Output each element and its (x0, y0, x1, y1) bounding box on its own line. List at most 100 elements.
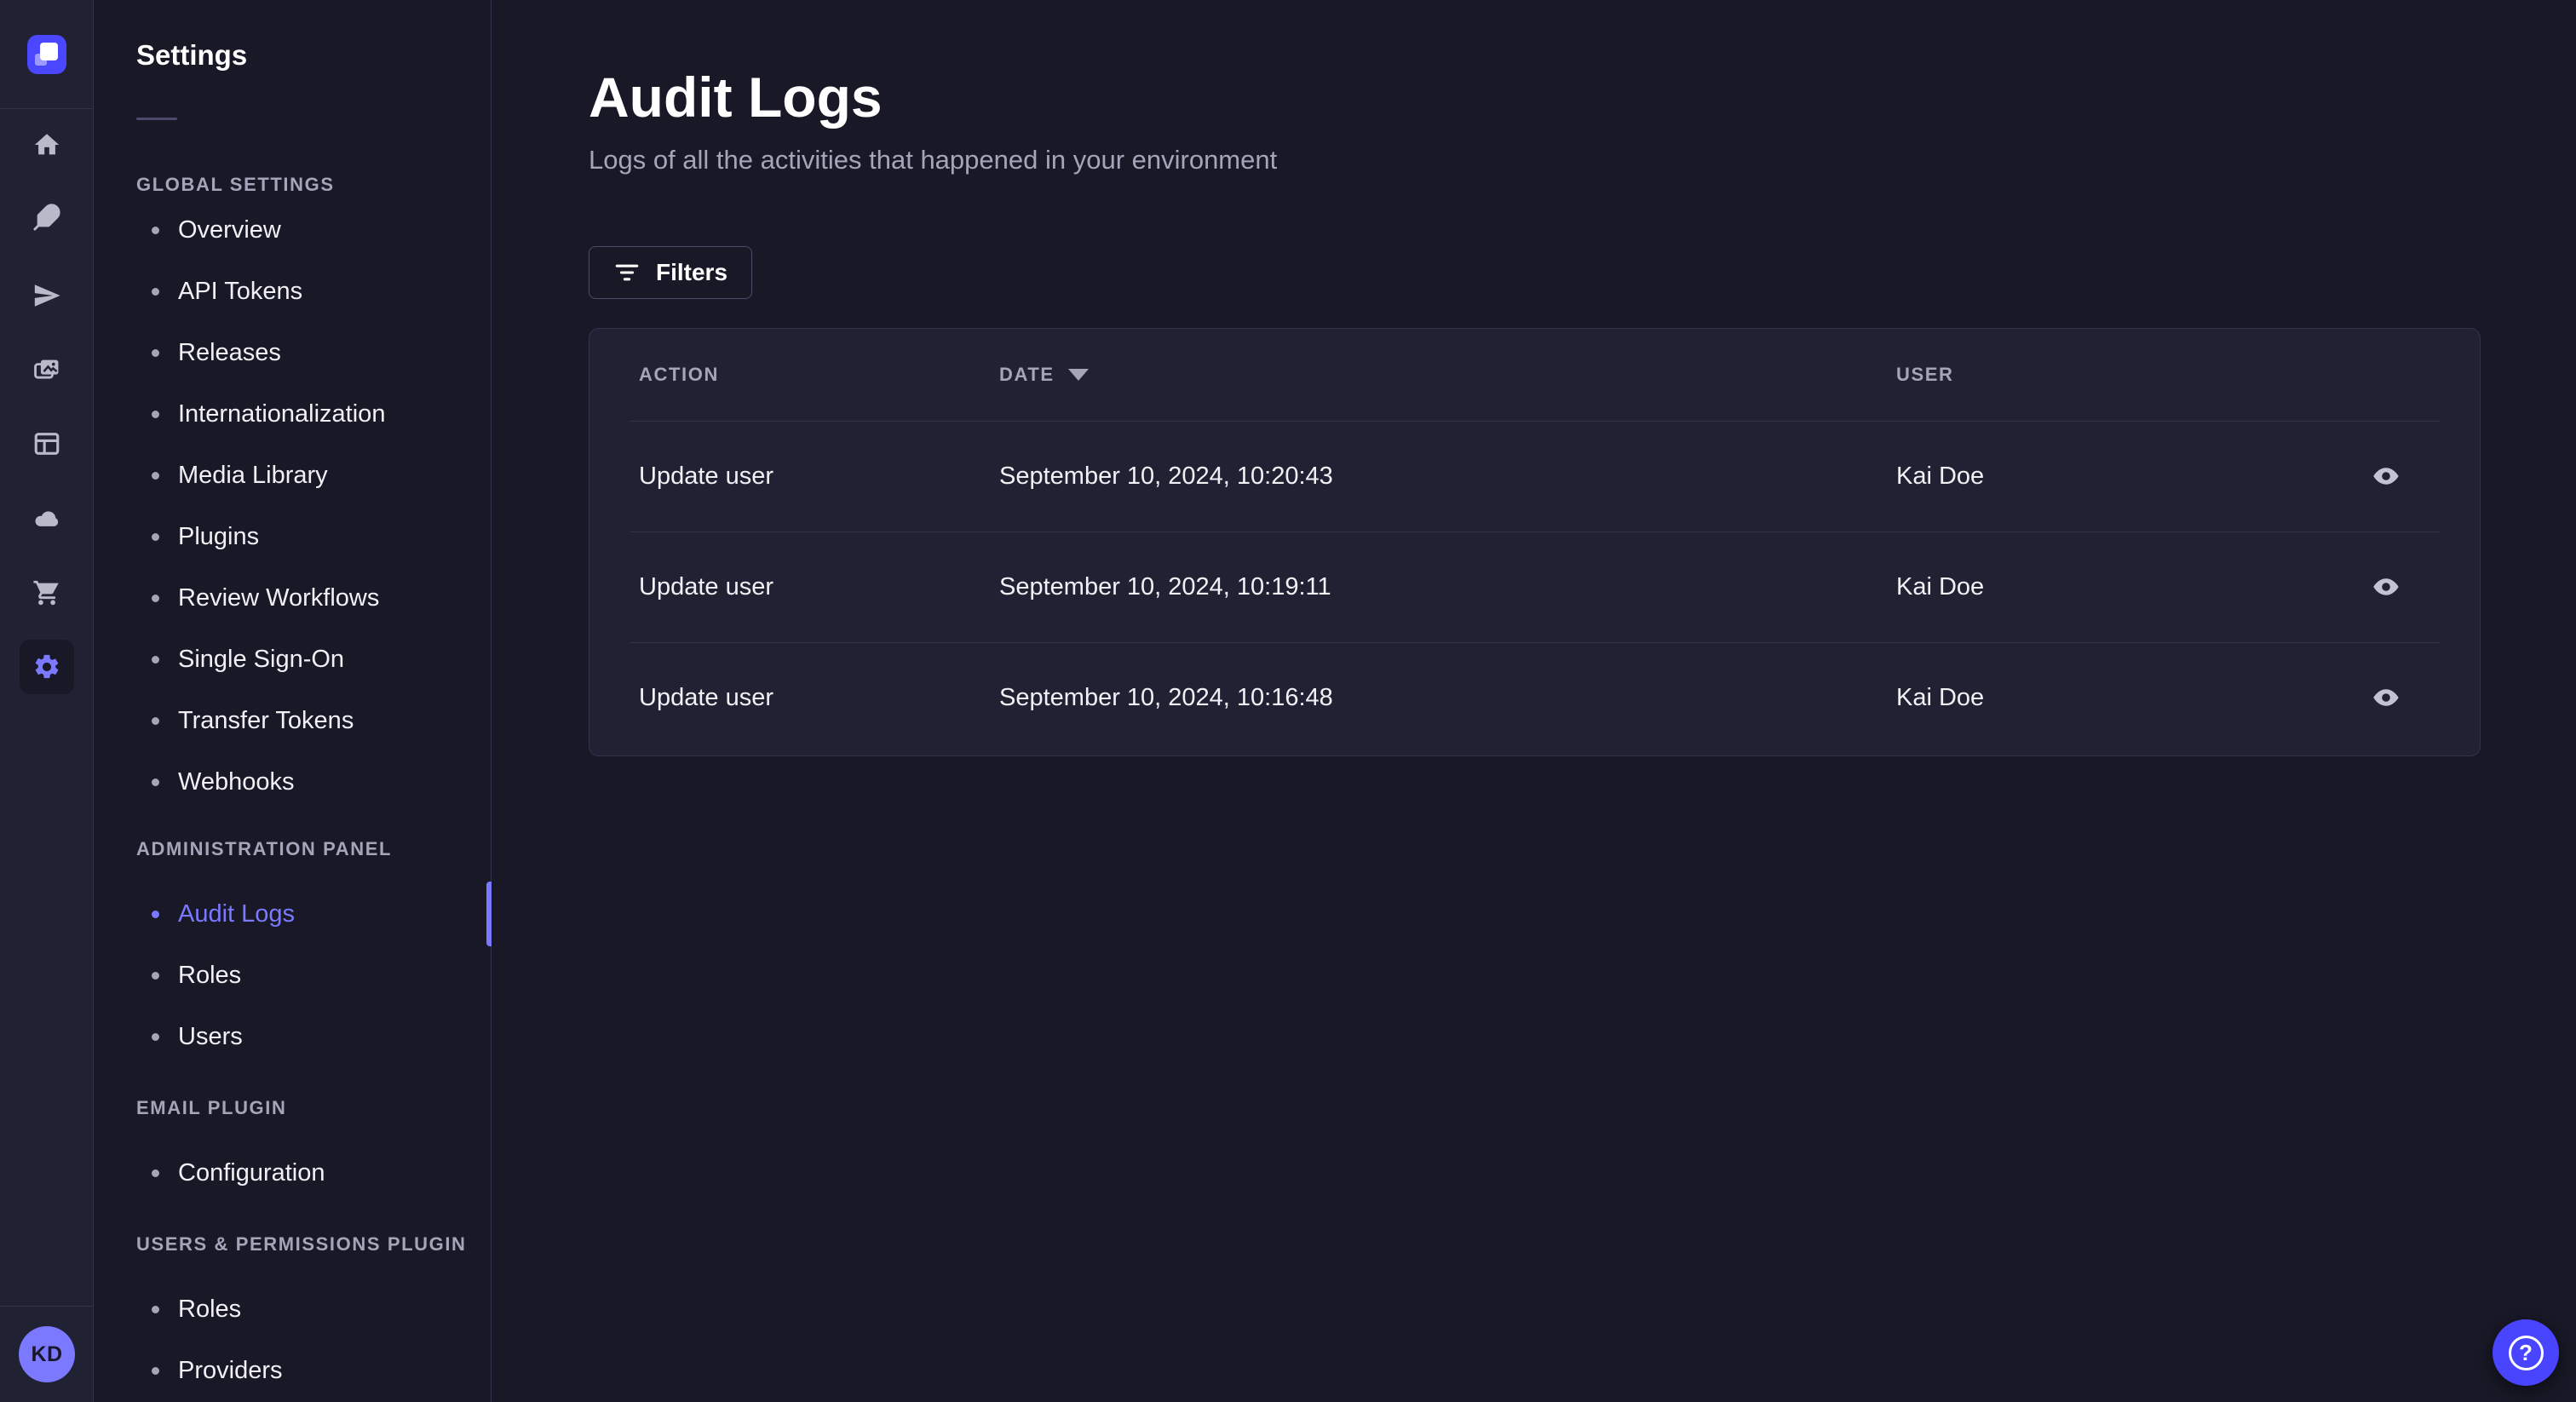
view-details-button[interactable] (2360, 677, 2412, 718)
cell-user: Kai Doe (1896, 572, 1985, 600)
bullet-icon (152, 594, 159, 602)
sidebar-item-api-tokens[interactable]: API Tokens (94, 261, 491, 322)
view-details-button[interactable] (2360, 566, 2412, 607)
sidebar-item-transfer-tokens[interactable]: Transfer Tokens (94, 690, 491, 751)
strapi-logo[interactable] (26, 34, 66, 74)
feather-icon[interactable] (20, 190, 74, 244)
sidebar-item-label: Roles (178, 1295, 242, 1323)
bullet-icon (152, 532, 159, 541)
sidebar-item-label: Users (178, 1022, 243, 1050)
subnav-title-divider (136, 118, 177, 120)
sidebar-item-label: Review Workflows (178, 583, 380, 612)
cell-date: September 10, 2024, 10:20:43 (999, 462, 1333, 490)
strapi-logo-shape (39, 42, 58, 60)
layout-icon[interactable] (20, 417, 74, 471)
cell-action: Update user (639, 683, 773, 711)
sidebar-item-single-sign-on[interactable]: Single Sign-On (94, 629, 491, 690)
bullet-icon (152, 655, 159, 664)
column-header-date[interactable]: DATE (999, 364, 1896, 386)
filter-icon (615, 264, 639, 281)
cloud-icon[interactable] (20, 491, 74, 545)
settings-subnav: Settings GLOBAL SETTINGS Overview API To… (94, 0, 492, 1402)
column-header-action: ACTION (639, 364, 719, 385)
sidebar-item-label: API Tokens (178, 277, 303, 305)
sidebar-item-up-roles[interactable]: Roles (94, 1278, 491, 1340)
table-row[interactable]: Update user September 10, 2024, 10:16:48… (589, 642, 2480, 753)
sidebar-item-media-library[interactable]: Media Library (94, 445, 491, 506)
sidebar-item-audit-logs[interactable]: Audit Logs (94, 882, 492, 946)
section-label-administration-panel: ADMINISTRATION PANEL (136, 838, 393, 859)
sort-desc-icon (1067, 369, 1089, 381)
paper-plane-icon[interactable] (20, 268, 74, 323)
sidebar-item-roles[interactable]: Roles (94, 945, 491, 1006)
table-row[interactable]: Update user September 10, 2024, 10:20:43… (589, 421, 2480, 531)
users-permissions-plugin-list: Roles Providers (94, 1278, 491, 1401)
cell-date: September 10, 2024, 10:16:48 (999, 683, 1333, 711)
sidebar-item-label: Internationalization (178, 399, 386, 428)
avatar[interactable]: KD (19, 1326, 75, 1382)
audit-logs-table: ACTION DATE USER Update user September 1… (589, 328, 2481, 756)
main-content: Audit Logs Logs of all the activities th… (492, 0, 2576, 1402)
sidebar-item-plugins[interactable]: Plugins (94, 506, 491, 567)
view-details-button[interactable] (2360, 456, 2412, 497)
bullet-icon (152, 1032, 159, 1041)
bullet-icon (152, 971, 159, 980)
sidebar-item-label: Releases (178, 338, 281, 366)
bullet-icon (152, 716, 159, 725)
bullet-icon (152, 1169, 159, 1177)
sidebar-item-label: Plugins (178, 522, 260, 550)
sidebar-item-label: Configuration (178, 1158, 325, 1187)
bullet-icon (152, 778, 159, 786)
section-label-global-settings: GLOBAL SETTINGS (136, 174, 335, 195)
sidebar-item-users[interactable]: Users (94, 1006, 491, 1067)
cart-icon[interactable] (20, 566, 74, 620)
rail-logo-area (0, 0, 93, 109)
bullet-icon (152, 348, 159, 357)
home-icon[interactable] (20, 118, 74, 172)
cell-user: Kai Doe (1896, 683, 1985, 711)
bullet-icon (152, 1366, 159, 1375)
eye-icon (2373, 578, 2399, 595)
eye-icon (2373, 689, 2399, 706)
sidebar-item-label: Transfer Tokens (178, 706, 354, 734)
table-header-row: ACTION DATE USER (589, 329, 2480, 421)
bullet-icon (152, 471, 159, 480)
cell-user: Kai Doe (1896, 462, 1985, 490)
email-plugin-list: Configuration (94, 1142, 491, 1204)
sidebar-item-providers[interactable]: Providers (94, 1340, 491, 1401)
table-row[interactable]: Update user September 10, 2024, 10:19:11… (589, 531, 2480, 642)
cell-action: Update user (639, 462, 773, 490)
sidebar-item-label: Overview (178, 215, 281, 244)
filters-button[interactable]: Filters (589, 246, 753, 299)
eye-icon (2373, 468, 2399, 485)
subnav-title: Settings (136, 39, 248, 71)
settings-gear-icon[interactable] (20, 640, 74, 694)
rail-user-area: KD (0, 1306, 94, 1402)
media-library-icon[interactable] (20, 342, 74, 397)
global-settings-list: Overview API Tokens Releases Internation… (94, 199, 491, 813)
sidebar-item-overview[interactable]: Overview (94, 199, 491, 261)
cell-date: September 10, 2024, 10:19:11 (999, 572, 1331, 600)
sidebar-item-label: Providers (178, 1356, 283, 1384)
help-button[interactable]: ? (2493, 1319, 2559, 1386)
column-header-user: USER (1896, 364, 1954, 385)
column-header-date-label: DATE (999, 364, 1055, 385)
sidebar-item-configuration[interactable]: Configuration (94, 1142, 491, 1204)
sidebar-item-releases[interactable]: Releases (94, 322, 491, 383)
sidebar-item-internationalization[interactable]: Internationalization (94, 383, 491, 445)
bullet-icon (152, 1305, 159, 1313)
sidebar-item-label: Single Sign-On (178, 645, 345, 673)
page-subtitle: Logs of all the activities that happened… (589, 145, 1278, 175)
cell-action: Update user (639, 572, 773, 600)
section-label-email-plugin: EMAIL PLUGIN (136, 1097, 287, 1118)
filters-button-label: Filters (656, 259, 728, 285)
bullet-icon (152, 410, 159, 418)
sidebar-item-webhooks[interactable]: Webhooks (94, 751, 491, 813)
question-mark-icon: ? (2508, 1335, 2544, 1370)
bullet-icon (152, 287, 159, 296)
bullet-icon (152, 910, 159, 918)
sidebar-item-label: Audit Logs (178, 899, 296, 928)
administration-panel-list: Audit Logs Roles Users (94, 882, 492, 1067)
page-title: Audit Logs (589, 66, 883, 129)
sidebar-item-review-workflows[interactable]: Review Workflows (94, 567, 491, 629)
